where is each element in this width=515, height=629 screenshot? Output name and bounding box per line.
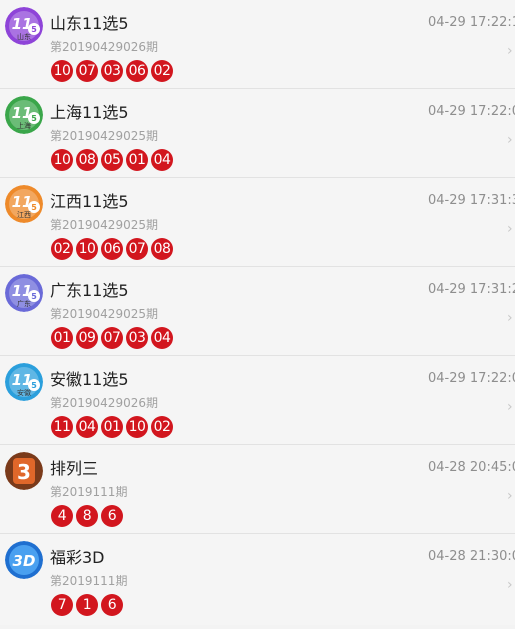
- fucai-3d-logo-icon: 3D: [5, 541, 43, 579]
- logo-region-label: 广东: [17, 300, 31, 308]
- lottery-name: 排列三: [50, 459, 99, 478]
- number-ball: 01: [126, 149, 148, 171]
- draw-time: 04-29 17:22:1: [428, 15, 515, 30]
- logo-region-label: 上海: [17, 122, 31, 130]
- number-ball: 08: [76, 149, 98, 171]
- winning-numbers: 11 04 01 10 02: [51, 416, 173, 438]
- lottery-row[interactable]: 3 排列三 第2019111期 486 04-28 20:45:02 ›: [0, 445, 515, 534]
- number-ball: 03: [126, 327, 148, 349]
- issue-number: 第20190429025期: [50, 307, 158, 321]
- draw-time: 04-29 17:22:07: [428, 104, 515, 119]
- number-ball: 06: [101, 238, 123, 260]
- number-ball: 05: [101, 149, 123, 171]
- lottery-name: 福彩3D: [50, 548, 105, 567]
- issue-number: 第2019111期: [50, 485, 128, 499]
- lottery-name: 上海11选5: [50, 103, 129, 122]
- chevron-right-icon: ›: [507, 43, 513, 59]
- issue-number: 第20190429025期: [50, 129, 158, 143]
- 11x5-jiangxi-logo-icon: 11 5 江西: [5, 185, 43, 223]
- draw-time: 04-29 17:22:02: [428, 371, 515, 386]
- lottery-name: 山东11选5: [50, 14, 129, 33]
- logo-region-label: 安徽: [17, 389, 31, 397]
- number-ball: 02: [151, 416, 173, 438]
- logo-region-label: 山东: [17, 33, 31, 41]
- winning-numbers: 01 09 07 03 04: [51, 327, 173, 349]
- draw-time: 04-29 17:31:39: [428, 193, 515, 208]
- number-ball: 10: [51, 149, 73, 171]
- winning-numbers: 10 07 03 06 02: [51, 60, 173, 82]
- number-ball: 07: [76, 60, 98, 82]
- issue-number: 第2019111期: [50, 574, 128, 588]
- winning-numbers: 10 08 05 01 04: [51, 149, 173, 171]
- winning-numbers: 02 10 06 07 08: [51, 238, 173, 260]
- issue-number: 第20190429025期: [50, 218, 158, 232]
- number-ball: 7: [51, 594, 73, 616]
- pailie3-logo-icon: 3: [5, 452, 43, 490]
- number-ball: 03: [101, 60, 123, 82]
- lottery-row[interactable]: 11 5 上海 上海11选5 第20190429025期 10 08 05 01 04 04…: [0, 89, 515, 178]
- lottery-row[interactable]: 11 5 江西 江西11选5 第20190429025期 02 10 06 07 08 04…: [0, 178, 515, 267]
- number-ball: 02: [151, 60, 173, 82]
- chevron-right-icon: ›: [507, 310, 513, 326]
- number-ball: 04: [151, 149, 173, 171]
- number-ball: 06: [126, 60, 148, 82]
- number-ball: 04: [76, 416, 98, 438]
- number-ball: 6: [101, 594, 123, 616]
- number-ball: 07: [126, 238, 148, 260]
- 11x5-shanghai-logo-icon: 11 5 上海: [5, 96, 43, 134]
- number-ball: 1: [76, 594, 98, 616]
- winning-numbers: 486: [51, 505, 123, 527]
- issue-number: 第20190429026期: [50, 396, 158, 410]
- draw-time: 04-28 21:30:02: [428, 549, 515, 564]
- number-ball: 01: [51, 327, 73, 349]
- winning-numbers: 716: [51, 594, 123, 616]
- svg-text:3D: 3D: [13, 552, 36, 570]
- chevron-right-icon: ›: [507, 488, 513, 504]
- lottery-name: 广东11选5: [50, 281, 129, 300]
- number-ball: 09: [76, 327, 98, 349]
- number-ball: 01: [101, 416, 123, 438]
- 11x5-anhui-logo-icon: 11 5 安徽: [5, 363, 43, 401]
- lottery-result-list: 11 5 山东 山东11选5 第20190429026期 10 07 03 06 02 04…: [0, 0, 515, 629]
- number-ball: 04: [151, 327, 173, 349]
- logo-region-label: 江西: [17, 211, 31, 219]
- number-ball: 08: [151, 238, 173, 260]
- number-ball: 6: [101, 505, 123, 527]
- lottery-name: 江西11选5: [50, 192, 129, 211]
- draw-time: 04-29 17:31:24: [428, 282, 515, 297]
- number-ball: 02: [51, 238, 73, 260]
- issue-number: 第20190429026期: [50, 40, 158, 54]
- svg-text:3: 3: [17, 460, 31, 484]
- number-ball: 10: [76, 238, 98, 260]
- lottery-row[interactable]: 11 5 山东 山东11选5 第20190429026期 10 07 03 06 02 04…: [0, 0, 515, 89]
- chevron-right-icon: ›: [507, 399, 513, 415]
- number-ball: 4: [51, 505, 73, 527]
- 11x5-shandong-logo-icon: 11 5 山东: [5, 7, 43, 45]
- lottery-row[interactable]: 11 5 广东 广东11选5 第20190429025期 01 09 07 03 04 04…: [0, 267, 515, 356]
- number-ball: 07: [101, 327, 123, 349]
- lottery-name: 安徽11选5: [50, 370, 129, 389]
- 11x5-guangdong-logo-icon: 11 5 广东: [5, 274, 43, 312]
- chevron-right-icon: ›: [507, 132, 513, 148]
- number-ball: 10: [126, 416, 148, 438]
- number-ball: 11: [51, 416, 73, 438]
- number-ball: 8: [76, 505, 98, 527]
- number-ball: 10: [51, 60, 73, 82]
- lottery-row[interactable]: 3D 福彩3D 第2019111期 716 04-28 21:30:02 ›: [0, 534, 515, 625]
- chevron-right-icon: ›: [507, 221, 513, 237]
- lottery-row[interactable]: 11 5 安徽 安徽11选5 第20190429026期 11 04 01 10 02 04…: [0, 356, 515, 445]
- draw-time: 04-28 20:45:02: [428, 460, 515, 475]
- chevron-right-icon: ›: [507, 577, 513, 593]
